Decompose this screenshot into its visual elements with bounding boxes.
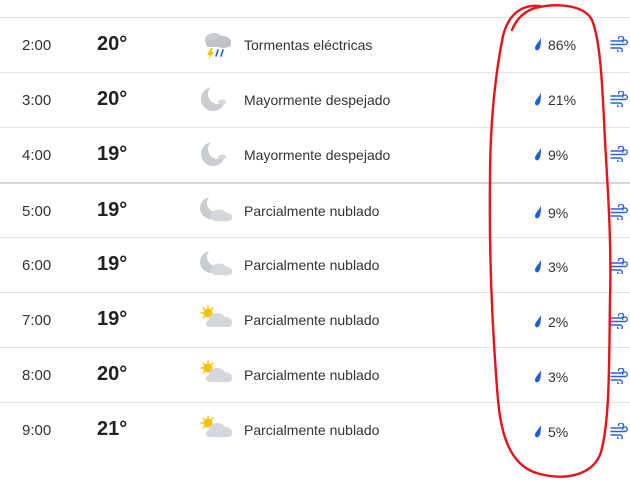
wind-icon xyxy=(610,258,628,274)
hour-row[interactable]: 4:00 19° Mayormente despejado 9% xyxy=(0,127,630,182)
raindrop-icon xyxy=(535,93,541,106)
thunderstorm-icon xyxy=(205,33,231,60)
moon-clear-icon xyxy=(201,84,228,111)
hour-temperature: 19° xyxy=(97,199,128,221)
wind-icon xyxy=(610,368,628,384)
hour-condition: Mayormente despejado xyxy=(244,147,391,163)
hour-temperature: 20° xyxy=(97,363,128,385)
hour-time: 5:00 xyxy=(22,203,52,220)
sun-cloud-icon xyxy=(200,360,232,382)
precip-chance: 9% xyxy=(548,205,569,221)
hour-row[interactable]: 9:00 21° Parcialmente nublado 5% xyxy=(0,402,630,457)
hour-condition: Mayormente despejado xyxy=(244,92,391,108)
hour-row[interactable]: 8:00 20° Parcialmente nublado 3% xyxy=(0,347,630,402)
sun-cloud-icon xyxy=(200,415,232,437)
hour-row[interactable]: 2:00 20° Tormentas eléctricas 86% xyxy=(0,17,630,72)
raindrop-icon xyxy=(535,38,541,51)
precip-chance: 2% xyxy=(548,314,569,330)
moon-cloud-icon xyxy=(200,248,232,276)
moon-clear-icon xyxy=(201,139,228,166)
hour-row[interactable]: 5:00 19° Parcialmente nublado 9% xyxy=(0,182,630,237)
hour-condition: Parcialmente nublado xyxy=(244,203,380,219)
wind-icon xyxy=(610,36,628,52)
moon-cloud-icon xyxy=(200,194,232,222)
hour-condition: Parcialmente nublado xyxy=(244,367,380,383)
precip-chance: 21% xyxy=(548,92,577,108)
hour-temperature: 19° xyxy=(97,253,128,275)
hourly-forecast: 2:00 20° Tormentas eléctricas 86% 3:00 2… xyxy=(0,0,630,484)
hour-time: 2:00 xyxy=(22,37,52,54)
hour-condition: Parcialmente nublado xyxy=(244,312,380,328)
hour-time: 3:00 xyxy=(22,92,52,109)
hour-row[interactable]: 3:00 20° Mayormente despejado 21% xyxy=(0,72,630,127)
hour-time: 7:00 xyxy=(22,312,52,329)
hour-row[interactable]: 6:00 19° Parcialmente nublado 3% xyxy=(0,237,630,292)
raindrop-icon xyxy=(535,425,541,438)
wind-icon xyxy=(610,91,628,107)
wind-icon xyxy=(610,204,628,220)
precip-chance: 5% xyxy=(548,424,569,440)
precip-chance: 9% xyxy=(548,147,569,163)
raindrop-icon xyxy=(535,148,541,161)
wind-icon xyxy=(610,313,628,329)
hourly-list: 2:00 20° Tormentas eléctricas 86% 3:00 2… xyxy=(0,17,630,457)
hour-time: 8:00 xyxy=(22,367,52,384)
raindrop-icon xyxy=(535,260,541,273)
hour-temperature: 19° xyxy=(97,308,128,330)
wind-icon xyxy=(610,423,628,439)
hour-time: 6:00 xyxy=(22,257,52,274)
raindrop-icon xyxy=(535,206,541,219)
raindrop-icon xyxy=(535,370,541,383)
hour-row[interactable]: 7:00 19° Parcialmente nublado 2% xyxy=(0,292,630,347)
hour-time: 9:00 xyxy=(22,422,52,439)
hour-condition: Parcialmente nublado xyxy=(244,422,380,438)
precip-chance: 3% xyxy=(548,369,569,385)
precip-chance: 3% xyxy=(548,259,569,275)
hour-temperature: 20° xyxy=(97,33,128,55)
hour-temperature: 21° xyxy=(97,418,128,440)
hour-temperature: 20° xyxy=(97,88,128,110)
hour-condition: Parcialmente nublado xyxy=(244,257,380,273)
raindrop-icon xyxy=(535,315,541,328)
wind-icon xyxy=(610,146,628,162)
sun-cloud-icon xyxy=(200,305,232,327)
hour-temperature: 19° xyxy=(97,143,128,165)
precip-chance: 86% xyxy=(548,37,577,53)
hour-condition: Tormentas eléctricas xyxy=(244,37,373,53)
hour-time: 4:00 xyxy=(22,147,52,164)
